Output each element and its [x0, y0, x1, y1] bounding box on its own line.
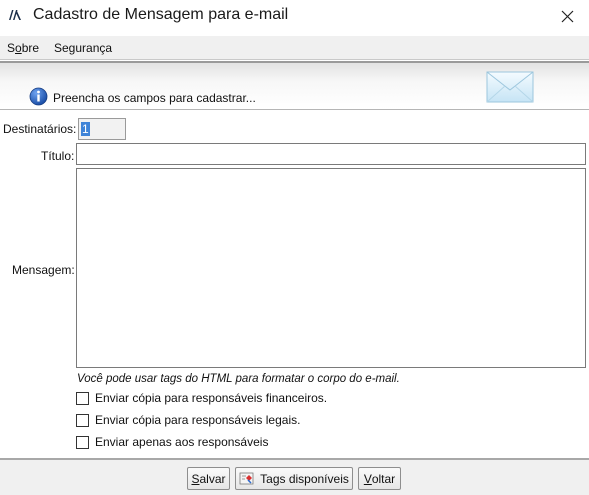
- mensagem-label: Mensagem:: [12, 263, 75, 277]
- mensagem-textarea[interactable]: [76, 168, 586, 368]
- menu-sobre[interactable]: Sobre: [7, 41, 39, 55]
- menu-seguranca[interactable]: Segurança: [54, 41, 112, 55]
- tags-button-label: Tags disponíveis: [260, 471, 349, 486]
- title-bar: Cadastro de Mensagem para e-mail: [0, 0, 589, 32]
- checkbox-financeiros[interactable]: [76, 391, 89, 405]
- banner-text: Preencha os campos para cadastrar...: [53, 91, 256, 105]
- checkbox-financeiros-label: Enviar cópia para responsáveis financeir…: [95, 391, 328, 405]
- info-icon: [29, 87, 48, 106]
- checkbox-legais-label: Enviar cópia para responsáveis legais.: [95, 413, 301, 427]
- window-title: Cadastro de Mensagem para e-mail: [33, 6, 289, 23]
- checkbox-apenas[interactable]: [76, 435, 89, 449]
- titulo-label: Título:: [41, 149, 75, 163]
- html-hint-text: Você pode usar tags do HTML para formata…: [77, 373, 400, 385]
- checkbox-row-legais[interactable]: Enviar cópia para responsáveis legais.: [76, 412, 300, 428]
- button-bar: Salvar Tags disponíveis Voltar: [0, 458, 589, 495]
- app-logo-icon: [9, 10, 21, 20]
- checkbox-apenas-label: Enviar apenas aos responsáveis: [95, 435, 269, 449]
- envelope-icon: [486, 71, 534, 103]
- tags-button[interactable]: Tags disponíveis: [235, 467, 353, 490]
- close-button[interactable]: [545, 0, 589, 32]
- tags-icon: [239, 472, 254, 485]
- checkbox-row-apenas[interactable]: Enviar apenas aos responsáveis: [76, 434, 268, 450]
- destinatarios-label: Destinatários:: [3, 122, 77, 136]
- voltar-button[interactable]: Voltar: [358, 467, 401, 490]
- close-icon: [561, 10, 573, 22]
- checkbox-legais[interactable]: [76, 413, 89, 427]
- checkbox-row-financeiros[interactable]: Enviar cópia para responsáveis financeir…: [76, 390, 327, 406]
- titulo-input[interactable]: [76, 143, 586, 165]
- header-banner: Preencha os campos para cadastrar...: [0, 61, 589, 110]
- salvar-button[interactable]: Salvar: [187, 467, 230, 490]
- menu-bar: Sobre Segurança: [0, 36, 589, 60]
- destinatarios-field[interactable]: 1: [78, 118, 126, 140]
- destinatarios-value: 1: [81, 122, 90, 136]
